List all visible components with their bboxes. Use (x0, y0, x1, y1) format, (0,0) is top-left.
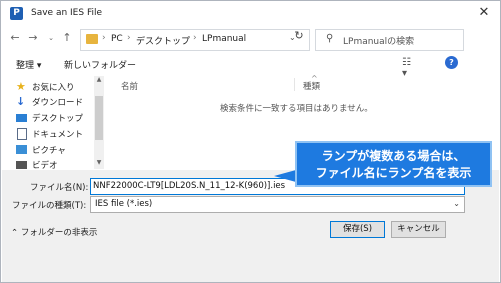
download-icon: ↓ (16, 95, 26, 108)
help-icon[interactable]: ? (445, 56, 458, 69)
folder-icon (86, 34, 98, 44)
forward-arrow-icon[interactable]: → (26, 30, 40, 46)
callout-line-2: ファイル名にランプ名を表示 (315, 166, 472, 180)
nav-item-documents[interactable]: ドキュメント (16, 127, 100, 142)
hide-folders-label: フォルダーの非表示 (20, 228, 98, 238)
up-arrow-icon[interactable]: ↑ (60, 30, 74, 46)
column-header-name[interactable]: 名前 (121, 80, 138, 92)
chevron-up-icon: ⌃ (11, 228, 21, 238)
filetype-select[interactable]: IES file (*.ies) ⌄ (90, 196, 465, 213)
callout-arrow (274, 170, 296, 182)
empty-message: 検索条件に一致する項目はありません。 (220, 104, 373, 114)
column-divider[interactable] (294, 78, 295, 91)
filename-label: ファイル名(N): (30, 183, 89, 193)
address-bar[interactable]: › PC › デスクトップ › LPmanual ⌄ (80, 29, 310, 51)
nav-item-videos[interactable]: ビデオ (16, 158, 100, 169)
search-input[interactable]: ⚲ LPmanualの検索 (315, 29, 464, 51)
star-icon: ★ (16, 80, 26, 93)
filetype-value: IES file (*.ies) (95, 199, 153, 209)
breadcrumb-desktop[interactable]: デスクトップ (136, 34, 190, 47)
filetype-label: ファイルの種類(T): (12, 201, 87, 211)
chevron-down-icon: ⌄ (453, 199, 460, 208)
new-folder-button[interactable]: 新しいフォルダー (64, 58, 136, 71)
nav-item-favorites[interactable]: ★ お気に入り (16, 80, 100, 95)
filename-value: NNF22000C-LT9[LDL20S.N_11_12-K(960)].ies (93, 181, 286, 191)
view-options-icon[interactable]: ☷ ▾ (402, 57, 414, 79)
window-title: Save an IES File (31, 8, 103, 18)
close-icon[interactable]: ✕ (474, 4, 494, 22)
recent-dropdown-icon[interactable]: ⌄ (44, 30, 58, 46)
search-icon: ⚲ (326, 33, 334, 44)
organize-button[interactable]: 整理 ▾ (16, 58, 41, 71)
column-header-type[interactable]: 種類 (303, 80, 320, 92)
app-icon: P (10, 7, 23, 20)
save-button[interactable]: 保存(S) (330, 221, 385, 238)
hide-folders-toggle[interactable]: ⌃ フォルダーの非表示 (11, 226, 97, 238)
nav-scrollbar[interactable]: ▲ ▼ (94, 76, 104, 169)
nav-item-desktop[interactable]: デスクトップ (16, 111, 100, 126)
nav-item-downloads[interactable]: ↓ ダウンロード (16, 95, 100, 110)
search-placeholder: LPmanualの検索 (343, 37, 415, 47)
nav-item-pictures[interactable]: ピクチャ (16, 143, 100, 158)
scrollbar-thumb[interactable] (95, 96, 103, 140)
callout-line-1: ランプが複数ある場合は、 (321, 149, 466, 163)
breadcrumb-lpmanual[interactable]: LPmanual (202, 34, 246, 44)
document-icon (17, 128, 27, 140)
breadcrumb-pc[interactable]: PC (111, 34, 123, 44)
pictures-icon (16, 145, 27, 154)
cancel-button[interactable]: キャンセル (391, 221, 446, 238)
desktop-icon (16, 114, 27, 122)
refresh-icon[interactable]: ↻ (290, 29, 308, 45)
scroll-up-icon[interactable]: ▲ (94, 76, 104, 86)
scroll-down-icon[interactable]: ▼ (94, 159, 104, 169)
navigation-bar: ← → ⌄ ↑ › PC › デスクトップ › LPmanual ⌄ ↻ ⚲ L… (2, 26, 499, 52)
video-icon (16, 161, 27, 169)
callout-box: ランプが複数ある場合は、 ファイル名にランプ名を表示 (295, 141, 492, 187)
back-arrow-icon[interactable]: ← (8, 30, 22, 46)
navigation-pane: ★ お気に入り ↓ ダウンロード デスクトップ ドキュメント ピクチャ ビデオ (2, 76, 105, 169)
command-toolbar: 整理 ▾ 新しいフォルダー ☷ ▾ ? (2, 53, 499, 79)
title-bar: P Save an IES File ✕ (2, 2, 499, 25)
